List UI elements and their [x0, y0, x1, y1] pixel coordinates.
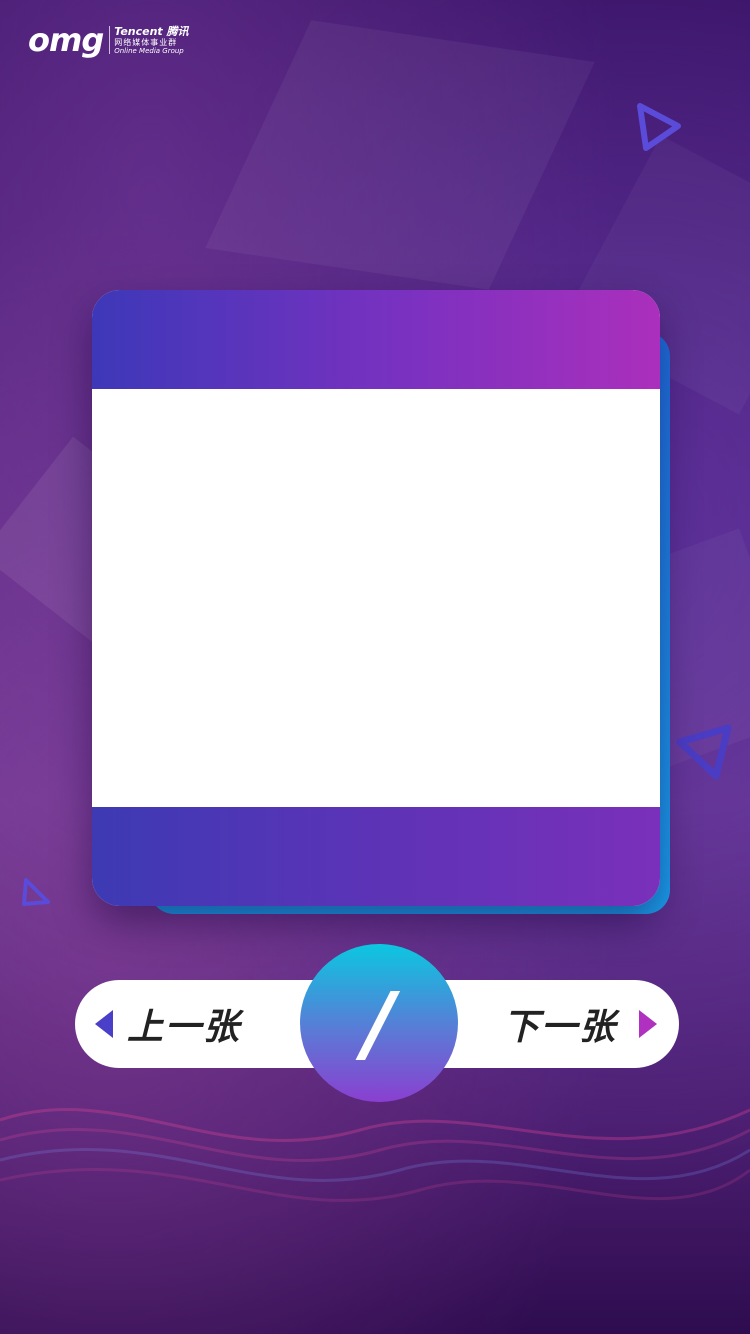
logo-divider: [109, 26, 111, 54]
card-top-bar: [92, 290, 660, 389]
logo-brand: omg: [28, 21, 104, 59]
page-indicator: /: [300, 944, 458, 1102]
background-polygon: [205, 20, 595, 290]
logo-text: Tencent 腾讯 网络媒体事业群 Online Media Group: [114, 26, 188, 55]
page-separator: /: [363, 974, 395, 1072]
omg-tencent-logo: omg Tencent 腾讯 网络媒体事业群 Online Media Grou…: [28, 22, 189, 58]
next-label: 下一张: [502, 1007, 617, 1048]
logo-company: Tencent 腾讯: [114, 24, 189, 38]
triangle-decoration-icon: [637, 103, 681, 151]
triangle-decoration-icon: [22, 878, 50, 906]
caret-left-icon: [95, 1010, 113, 1038]
logo-division-en: Online Media Group: [114, 46, 184, 55]
prev-label: 上一张: [127, 1007, 242, 1048]
caret-right-icon: [639, 1010, 657, 1038]
prev-button[interactable]: 上一张: [75, 980, 305, 1068]
image-card: [92, 290, 660, 906]
logo-division-cn: 网络媒体事业群: [114, 37, 178, 47]
card-image-area[interactable]: [92, 389, 660, 807]
next-button[interactable]: 下一张: [449, 980, 679, 1068]
card-bottom-bar: [92, 807, 660, 906]
triangle-decoration-icon: [676, 724, 732, 780]
